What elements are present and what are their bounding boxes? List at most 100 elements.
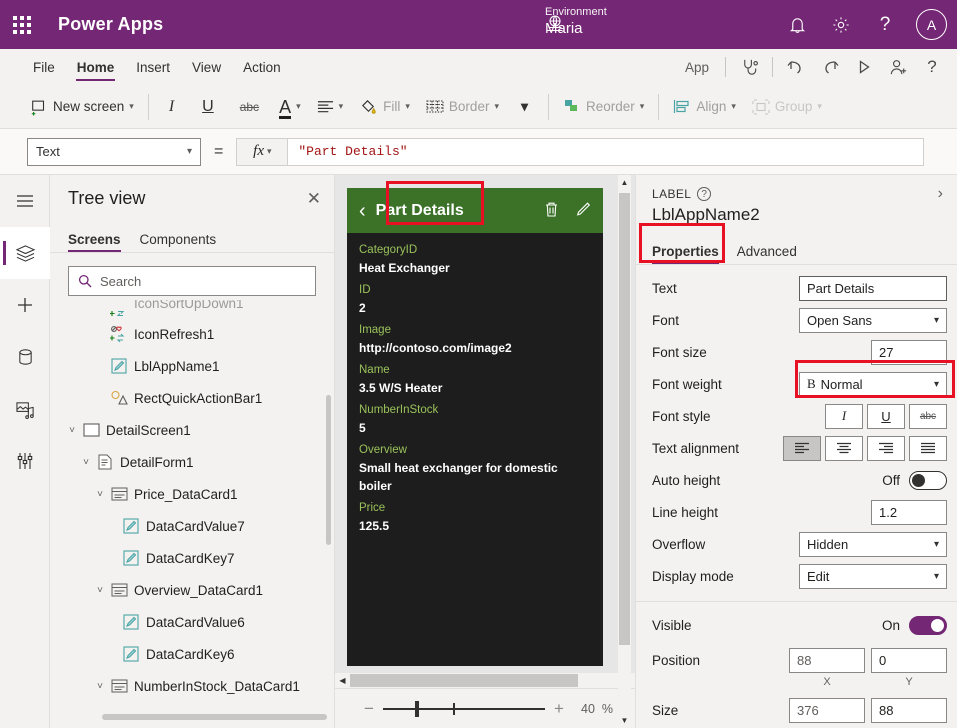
- menu-item-file[interactable]: File: [22, 49, 66, 85]
- list-item[interactable]: IconRefresh1: [50, 318, 335, 350]
- list-item[interactable]: ˅ DetailScreen1: [50, 414, 335, 446]
- new-screen-button[interactable]: New screen ▾: [22, 85, 142, 129]
- display-mode-select[interactable]: Edit ▾: [799, 564, 947, 589]
- hamburger-icon[interactable]: [0, 175, 50, 227]
- trash-icon[interactable]: [544, 201, 559, 221]
- zoom-in-button[interactable]: +: [547, 699, 571, 719]
- underline-toggle[interactable]: U: [867, 404, 905, 429]
- list-item[interactable]: DataCardValue7: [50, 510, 335, 542]
- scroll-thumb[interactable]: [350, 674, 578, 687]
- fill-button[interactable]: Fill ▾: [351, 85, 418, 129]
- size-height-input[interactable]: 88: [871, 698, 947, 723]
- tree-vertical-scrollbar[interactable]: [326, 395, 331, 545]
- right-scrollbar[interactable]: ▲ ▼: [618, 175, 631, 728]
- fx-button[interactable]: fx ▾: [236, 138, 288, 166]
- chevron-right-icon[interactable]: ›: [938, 185, 943, 203]
- list-item[interactable]: ˅ DetailForm1: [50, 446, 335, 478]
- underline-button[interactable]: U: [188, 85, 228, 129]
- chevron-down-icon[interactable]: ˅: [92, 585, 108, 596]
- scroll-up-icon[interactable]: ▲: [618, 175, 631, 190]
- menu-item-view[interactable]: View: [181, 49, 232, 85]
- list-item[interactable]: IconSortUpDown1: [50, 300, 335, 318]
- list-item[interactable]: DataCardKey7: [50, 542, 335, 574]
- align-button[interactable]: ▾: [309, 85, 352, 129]
- avatar[interactable]: A: [916, 9, 947, 40]
- overflow-select[interactable]: Hidden ▾: [799, 532, 947, 557]
- scroll-thumb[interactable]: [619, 193, 630, 645]
- text-input[interactable]: Part Details: [799, 276, 947, 301]
- undo-icon[interactable]: [779, 49, 813, 85]
- redo-icon[interactable]: [813, 49, 847, 85]
- chevron-down-icon[interactable]: ˅: [78, 457, 94, 468]
- font-color-button[interactable]: A ▾: [271, 85, 309, 129]
- list-item[interactable]: ˅ Overview_DataCard1: [50, 574, 335, 606]
- chevron-down-icon[interactable]: ˅: [64, 425, 80, 436]
- close-icon[interactable]: ✕: [307, 190, 321, 207]
- list-item[interactable]: LblAppName1: [50, 350, 335, 382]
- help-icon[interactable]: ?: [872, 12, 898, 38]
- environment-selector[interactable]: Environment Maria: [545, 5, 607, 39]
- list-item[interactable]: DataCardValue6: [50, 606, 335, 638]
- property-selector[interactable]: Text ▾: [27, 138, 201, 166]
- search-input[interactable]: Search: [68, 266, 316, 296]
- chevron-down-icon[interactable]: ˅: [92, 681, 108, 692]
- stethoscope-icon[interactable]: [732, 49, 766, 85]
- tab-components[interactable]: Components: [140, 232, 217, 252]
- align-justify-icon[interactable]: [909, 436, 947, 461]
- formula-input[interactable]: "Part Details": [288, 138, 924, 166]
- italic-toggle[interactable]: I: [825, 404, 863, 429]
- app-launcher-icon[interactable]: [0, 16, 44, 34]
- sidebar-item-data[interactable]: [0, 331, 50, 383]
- italic-button[interactable]: I: [155, 85, 188, 129]
- list-item[interactable]: DataCardValue5: [50, 702, 335, 710]
- sidebar-item-tree-view[interactable]: [0, 227, 50, 279]
- tab-advanced[interactable]: Advanced: [737, 244, 797, 264]
- auto-height-toggle[interactable]: [909, 471, 947, 490]
- app-menu-button[interactable]: App: [675, 60, 719, 75]
- play-icon[interactable]: [847, 49, 881, 85]
- zoom-out-button[interactable]: −: [357, 699, 381, 719]
- more-options-button[interactable]: ▾: [507, 85, 542, 129]
- border-button[interactable]: Border ▾: [418, 85, 507, 129]
- strikethrough-toggle[interactable]: abc: [909, 404, 947, 429]
- tree-horizontal-scrollbar[interactable]: [102, 714, 327, 720]
- menu-item-insert[interactable]: Insert: [125, 49, 181, 85]
- size-width-input[interactable]: 376: [789, 698, 865, 723]
- list-item[interactable]: DataCardKey6: [50, 638, 335, 670]
- screen-preview[interactable]: ‹ Part Details CategoryID Heat Exchanger: [347, 188, 603, 666]
- pencil-icon[interactable]: [575, 201, 591, 221]
- align-center-icon[interactable]: [825, 436, 863, 461]
- align-right-icon[interactable]: [867, 436, 905, 461]
- list-item[interactable]: RectQuickActionBar1: [50, 382, 335, 414]
- menu-item-home[interactable]: Home: [66, 49, 126, 85]
- sidebar-item-advanced-tools[interactable]: [0, 435, 50, 487]
- share-icon[interactable]: [881, 49, 915, 85]
- position-x-input[interactable]: 88: [789, 648, 865, 673]
- line-height-input[interactable]: 1.2: [871, 500, 947, 525]
- list-item[interactable]: ˅ NumberInStock_DataCard1: [50, 670, 335, 702]
- gear-icon[interactable]: [828, 12, 854, 38]
- reorder-button[interactable]: Reorder ▾: [555, 85, 652, 129]
- help-circle-icon[interactable]: ?: [697, 187, 711, 201]
- chevron-down-icon[interactable]: ˅: [92, 489, 108, 500]
- scroll-down-icon[interactable]: ▼: [618, 713, 631, 728]
- position-y-input[interactable]: 0: [871, 648, 947, 673]
- list-item[interactable]: ˅ Price_DataCard1: [50, 478, 335, 510]
- back-chevron-icon[interactable]: ‹: [359, 201, 366, 221]
- align-left-icon[interactable]: [783, 436, 821, 461]
- align-controls-button[interactable]: Align ▾: [665, 85, 744, 129]
- help-icon[interactable]: ?: [915, 49, 949, 85]
- zoom-slider[interactable]: [383, 701, 545, 717]
- visible-toggle[interactable]: [909, 616, 947, 635]
- sidebar-item-media[interactable]: [0, 383, 50, 435]
- divider: [148, 94, 149, 120]
- tab-screens[interactable]: Screens: [68, 232, 121, 252]
- sidebar-item-insert[interactable]: [0, 279, 50, 331]
- font-select[interactable]: Open Sans ▾: [799, 308, 947, 333]
- canvas-horizontal-scrollbar[interactable]: ◀ ▶: [335, 673, 635, 688]
- strikethrough-button[interactable]: abc: [228, 85, 271, 129]
- bell-icon[interactable]: [784, 12, 810, 38]
- scroll-left-icon[interactable]: ◀: [335, 673, 350, 688]
- menu-item-action[interactable]: Action: [232, 49, 292, 85]
- slider-knob[interactable]: [415, 701, 419, 717]
